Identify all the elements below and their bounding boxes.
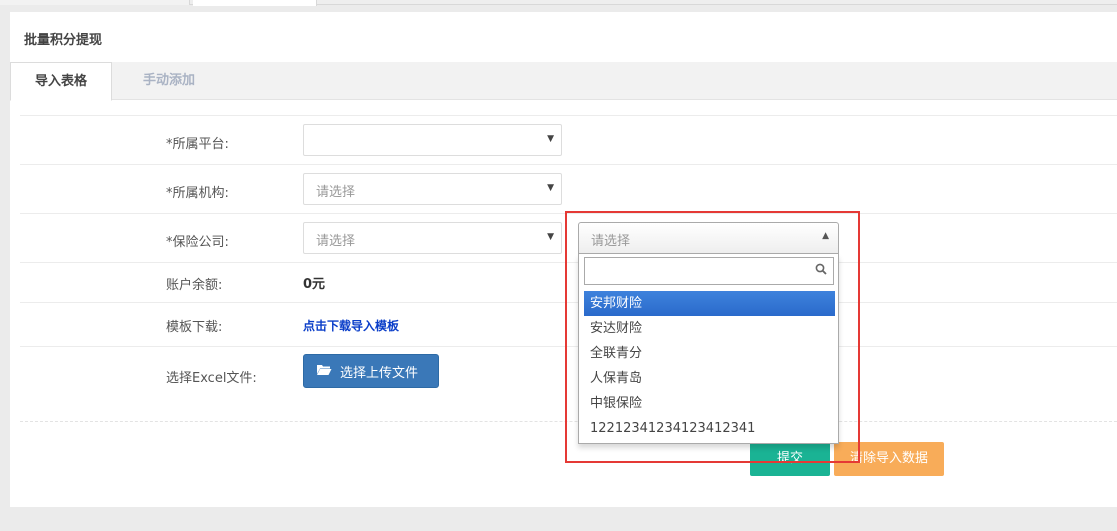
tab-manual-add[interactable]: 手动添加 xyxy=(114,62,224,100)
window-tab-strip xyxy=(0,0,1117,6)
company-select[interactable]: 请选择 ▼ xyxy=(303,222,562,254)
caret-down-icon: ▼ xyxy=(547,183,554,193)
caret-down-icon: ▼ xyxy=(547,134,554,144)
company-placeholder: 请选择 xyxy=(316,234,356,249)
template-label: 模板下载: xyxy=(166,320,223,335)
org-placeholder: 请选择 xyxy=(316,185,356,200)
annotation-highlight-box xyxy=(565,211,860,463)
folder-open-icon xyxy=(316,363,332,380)
upload-file-button[interactable]: 选择上传文件 xyxy=(303,354,439,388)
platform-select[interactable]: ▼ xyxy=(303,124,562,156)
tab-import-table[interactable]: 导入表格 xyxy=(10,62,112,101)
upload-button-label: 选择上传文件 xyxy=(340,365,419,381)
balance-label: 账户余额: xyxy=(166,278,223,293)
window-tab-2[interactable] xyxy=(193,0,317,6)
company-label: *保险公司: xyxy=(166,235,229,250)
main-panel: 批量积分提现 导入表格 手动添加 *所属平台: ▼ *所属机构: 请选择 ▼ *… xyxy=(10,12,1117,507)
window-tab-1[interactable] xyxy=(0,0,190,5)
download-template-link[interactable]: 点击下载导入模板 xyxy=(303,317,399,334)
org-select[interactable]: 请选择 ▼ xyxy=(303,173,562,205)
org-label: *所属机构: xyxy=(166,186,229,201)
tab-bar: 导入表格 手动添加 xyxy=(10,62,1117,101)
balance-value: 0元 xyxy=(303,277,326,292)
form-row-org: *所属机构: 请选择 ▼ xyxy=(20,164,1117,213)
excel-label: 选择Excel文件: xyxy=(166,371,257,386)
page-title: 批量积分提现 xyxy=(24,33,103,48)
form-row-platform: *所属平台: ▼ xyxy=(20,115,1117,164)
caret-down-icon: ▼ xyxy=(547,232,554,242)
platform-label: *所属平台: xyxy=(166,137,229,152)
